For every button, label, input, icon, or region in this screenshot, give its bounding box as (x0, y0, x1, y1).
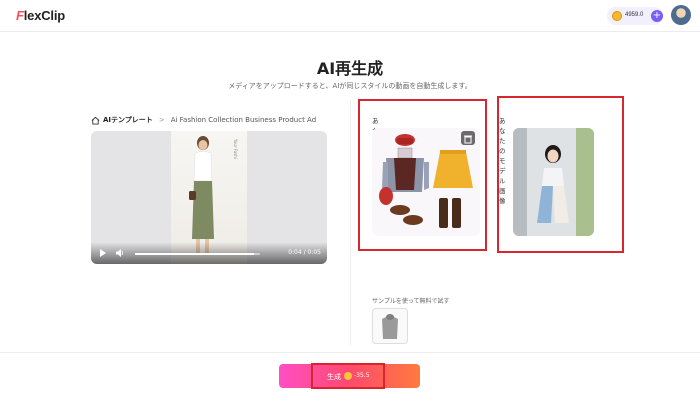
video-time: 0:04 / 0:05 (288, 249, 321, 256)
clothes-highlight-box (358, 99, 487, 251)
play-icon[interactable] (100, 249, 106, 257)
add-credits-button[interactable]: + (651, 10, 663, 22)
breadcrumb-separator: > (158, 116, 165, 124)
page-title: AI再生成 (316, 59, 384, 78)
breadcrumb-root[interactable]: AIテンプレート (103, 115, 153, 125)
credits-count: 4959.0 (625, 12, 644, 18)
breadcrumb-current: Ai Fashion Collection Business Product A… (170, 116, 317, 124)
avatar[interactable] (671, 5, 691, 25)
video-player[interactable]: Your Fashi 0:04 / 0:05 (91, 131, 327, 264)
logo-letter: F (16, 8, 24, 23)
page-subtitle: メディアをアップロードすると、AIが同じスタイルの動画を自動生成します。 (228, 82, 472, 90)
breadcrumb: AIテンプレート > Ai Fashion Collection Busines… (91, 115, 316, 125)
top-bar: FlexClip 4959.0 + (0, 0, 700, 32)
sample-hoodie-icon (382, 314, 398, 339)
logo-text: lexClip (23, 8, 65, 23)
generate-highlight-box (311, 363, 385, 389)
flexclip-logo[interactable]: FlexClip (16, 8, 65, 23)
volume-icon[interactable] (115, 248, 125, 258)
coin-icon (612, 11, 622, 21)
sample-label: サンプルを使って無料で試す (372, 298, 450, 305)
video-overlay-text: Your Fashi (233, 139, 238, 159)
video-progress-bar[interactable] (135, 253, 260, 255)
model-highlight-box (497, 96, 624, 253)
section-divider (350, 100, 351, 345)
home-icon[interactable] (91, 116, 100, 125)
credits-badge[interactable]: 4959.0 + (607, 7, 663, 25)
video-progress-fill (135, 253, 254, 255)
sample-thumbnail[interactable] (372, 308, 408, 344)
video-controls: 0:04 / 0:05 (91, 242, 327, 264)
